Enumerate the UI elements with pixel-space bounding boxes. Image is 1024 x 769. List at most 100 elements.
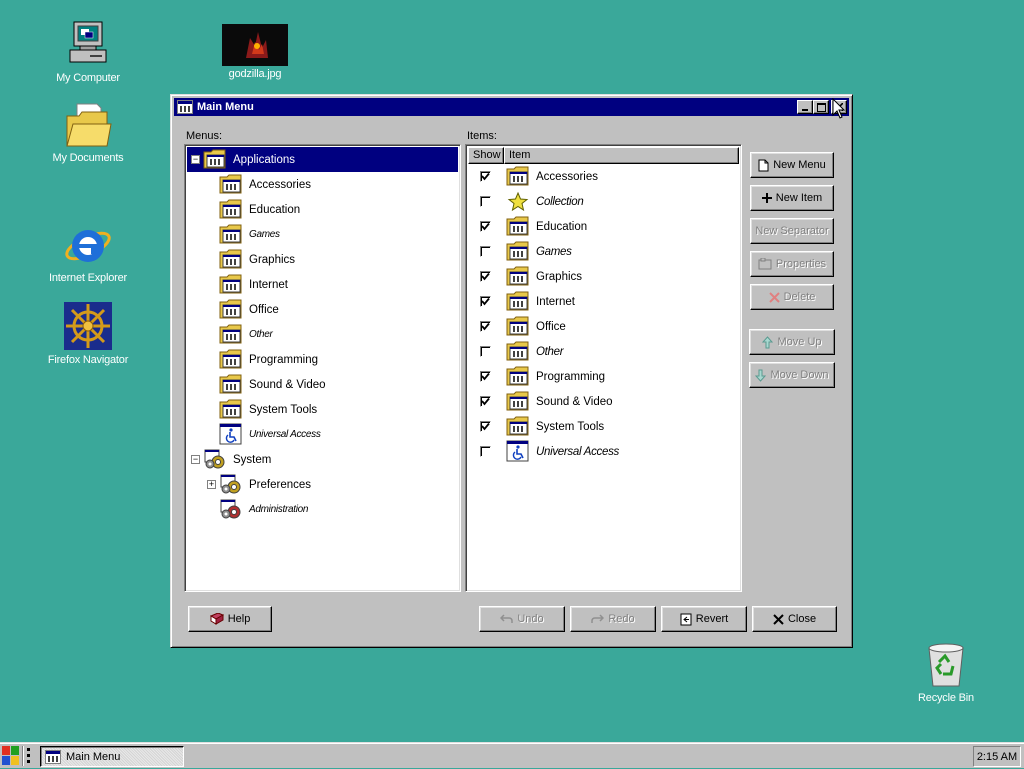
delete-label: Delete [783, 291, 816, 303]
collapse-icon[interactable]: − [191, 155, 200, 164]
star-icon [507, 191, 529, 212]
tree-item[interactable]: Accessories [187, 172, 458, 197]
list-item-label: System Tools [536, 420, 605, 433]
show-checkbox[interactable] [480, 221, 491, 232]
redo-button[interactable]: Redo [570, 606, 656, 632]
revert-icon [680, 613, 692, 625]
delete-button[interactable]: Delete [750, 284, 834, 310]
menu-folder-icon [219, 398, 243, 420]
tree-item[interactable]: Other [187, 322, 458, 347]
show-checkbox[interactable] [480, 346, 491, 357]
list-item[interactable]: Accessories [468, 164, 739, 189]
checkmark-icon [481, 222, 490, 231]
show-checkbox[interactable] [480, 171, 491, 182]
accessibility-icon [506, 440, 530, 462]
preferences-gear-icon [220, 474, 241, 494]
move-up-button[interactable]: Move Up [749, 329, 835, 355]
list-item[interactable]: Universal Access [468, 439, 739, 464]
maximize-button[interactable] [813, 100, 829, 114]
menu-folder-icon [219, 274, 242, 294]
show-checkbox[interactable] [480, 321, 491, 332]
desktop-icon-godzilla-jpg[interactable]: godzilla.jpg [210, 24, 300, 80]
desktop-icon-label: My Documents [52, 152, 124, 164]
checkmark-icon [481, 297, 490, 306]
expand-icon[interactable]: + [207, 480, 216, 489]
new-separator-button[interactable]: New Separator [750, 218, 834, 244]
undo-icon [500, 614, 514, 623]
tree-item[interactable]: Sound & Video [187, 372, 458, 397]
tree-item[interactable]: Games [187, 222, 458, 247]
list-item[interactable]: System Tools [468, 414, 739, 439]
list-item[interactable]: Games [468, 239, 739, 264]
list-item-label: Universal Access [536, 445, 619, 458]
tree-item[interactable]: Internet [187, 272, 458, 297]
desktop-icon-firefox-navigator[interactable]: Firefox Navigator [43, 300, 133, 366]
list-header: Show Item [468, 147, 739, 164]
menu-folder-icon [506, 241, 529, 261]
show-checkbox[interactable] [480, 396, 491, 407]
show-checkbox[interactable] [480, 196, 491, 207]
tree-item[interactable]: Administration [187, 497, 458, 522]
list-item[interactable]: Internet [468, 289, 739, 314]
list-item[interactable]: Collection [468, 189, 739, 214]
list-item[interactable]: Education [468, 214, 739, 239]
show-checkbox[interactable] [480, 296, 491, 307]
clock[interactable]: 2:15 AM [973, 746, 1021, 767]
list-item-label: Programming [536, 370, 606, 383]
show-checkbox[interactable] [480, 371, 491, 382]
menu-folder-icon [506, 366, 529, 386]
tree-item[interactable]: − System [187, 447, 458, 472]
menus-tree[interactable]: − Applications Accessories Education Games Gr… [184, 144, 461, 592]
tree-item[interactable]: Universal Access [187, 422, 458, 447]
show-checkbox[interactable] [480, 246, 491, 257]
taskbar-button-main-menu[interactable]: Main Menu [40, 746, 184, 767]
undo-button[interactable]: Undo [479, 606, 565, 632]
new-separator-label: New Separator [755, 225, 829, 237]
new-document-icon [758, 159, 769, 171]
menu-folder-icon [219, 324, 242, 344]
show-checkbox[interactable] [480, 446, 491, 457]
tree-item-label: Administration [249, 504, 309, 515]
start-button[interactable] [2, 746, 34, 766]
title-bar[interactable]: Main Menu [174, 98, 849, 116]
properties-button[interactable]: Properties [750, 251, 834, 277]
list-item[interactable]: Other [468, 339, 739, 364]
tree-item[interactable]: Education [187, 197, 458, 222]
list-item[interactable]: Graphics [468, 264, 739, 289]
column-header-show[interactable]: Show [468, 147, 504, 164]
close-button[interactable]: Close [752, 606, 837, 632]
list-item[interactable]: Sound & Video [468, 389, 739, 414]
tree-item[interactable]: Programming [187, 347, 458, 372]
desktop-icon-my-computer[interactable]: My Computer [43, 20, 133, 84]
column-header-item[interactable]: Item [504, 147, 739, 164]
computer-icon [69, 21, 107, 63]
tree-item[interactable]: Office [187, 297, 458, 322]
tree-item[interactable]: System Tools [187, 397, 458, 422]
collapse-icon[interactable]: − [191, 455, 200, 464]
new-item-button[interactable]: New Item [750, 185, 834, 211]
windows-logo-icon [2, 746, 30, 766]
desktop-icon-my-documents[interactable]: My Documents [43, 102, 133, 164]
menu-folder-icon [506, 341, 529, 361]
arrow-down-icon [755, 369, 767, 382]
help-button[interactable]: Help [188, 606, 272, 632]
desktop-icon-recycle-bin[interactable]: Recycle Bin [901, 640, 991, 704]
new-menu-button[interactable]: New Menu [750, 152, 834, 178]
move-up-label: Move Up [777, 336, 822, 348]
tree-item[interactable]: Graphics [187, 247, 458, 272]
items-list[interactable]: Show Item Accessories Collection Education… [465, 144, 742, 592]
menu-folder-icon [219, 373, 243, 395]
tree-item-label: Accessories [249, 178, 311, 191]
show-checkbox[interactable] [480, 271, 491, 282]
list-item[interactable]: Programming [468, 364, 739, 389]
tree-item[interactable]: + Preferences [187, 472, 458, 497]
tree-item-label: Internet [249, 278, 288, 291]
revert-button[interactable]: Revert [661, 606, 747, 632]
list-item-label: Collection [536, 195, 584, 208]
show-checkbox[interactable] [480, 421, 491, 432]
desktop-icon-internet-explorer[interactable]: Internet Explorer [43, 220, 133, 284]
list-item[interactable]: Office [468, 314, 739, 339]
tree-item[interactable]: − Applications [187, 147, 458, 172]
minimize-button[interactable] [797, 100, 813, 114]
move-down-button[interactable]: Move Down [749, 362, 835, 388]
